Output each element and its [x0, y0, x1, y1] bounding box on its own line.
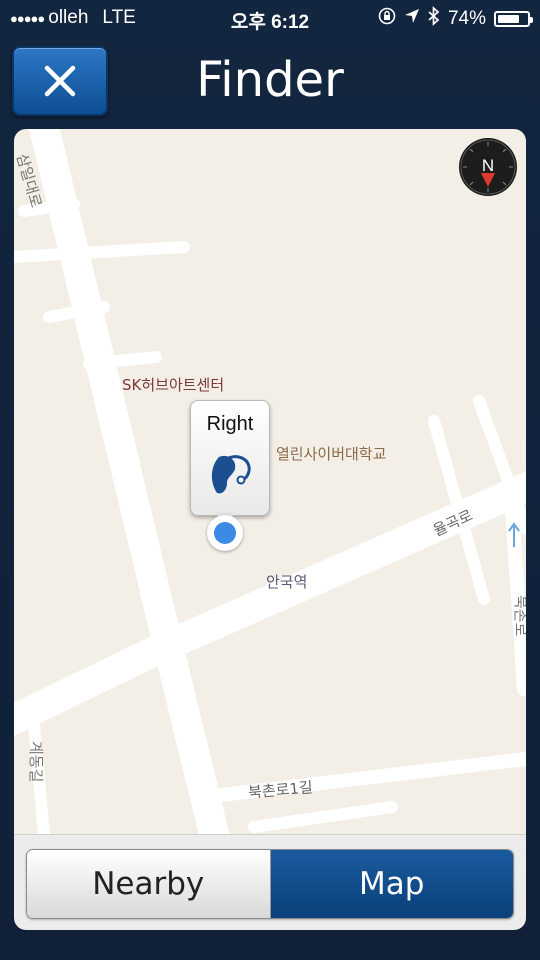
segment-map[interactable]: Map [270, 850, 513, 918]
bluetooth-icon [428, 6, 440, 32]
road-bottom [248, 801, 398, 833]
road-label-gyedong: 계동길 [27, 741, 45, 783]
landmark-label-university: 열린사이버대학교 [276, 445, 387, 463]
battery-icon [494, 11, 533, 27]
battery-percent: 74% [447, 8, 486, 29]
landmark-label-sk-text: SK허브아트센터 [122, 376, 225, 394]
device-location-dot[interactable] [207, 515, 243, 551]
road-label-right-edge: 북촌로 [512, 595, 526, 637]
location-arrow-icon [404, 8, 420, 30]
pin-label: Right [206, 413, 254, 435]
map-view[interactable]: 삼일대로 SK허브아트센터 열린사이버대학교 율곡로 안국역 계동길 북촌로1길… [14, 129, 526, 834]
road-branch-4 [83, 351, 162, 370]
compass-north-letter: N [482, 156, 494, 175]
status-bar: ●●●●● olleh LTE 오후 6:12 74% [0, 0, 540, 36]
navigation-bar: Finder [0, 36, 540, 126]
compass-button[interactable]: N [458, 137, 518, 197]
road-branch-2 [14, 241, 190, 263]
view-segmented-control: Nearby Map [26, 849, 514, 919]
compass-icon: N [459, 138, 517, 196]
page-title: Finder [196, 52, 344, 108]
location-dot-inner [214, 522, 236, 544]
rotation-lock-icon [378, 7, 396, 31]
station-label: 안국역 [266, 573, 308, 591]
device-pin-right[interactable]: Right [190, 400, 270, 516]
map-roads [14, 129, 526, 834]
segment-nearby[interactable]: Nearby [27, 850, 271, 918]
road-samil [28, 129, 229, 834]
landmark-label-sk: SK허브아트센터 [122, 374, 224, 395]
status-right: 74% [378, 6, 533, 32]
bottom-toolbar: Nearby Map [14, 834, 526, 930]
